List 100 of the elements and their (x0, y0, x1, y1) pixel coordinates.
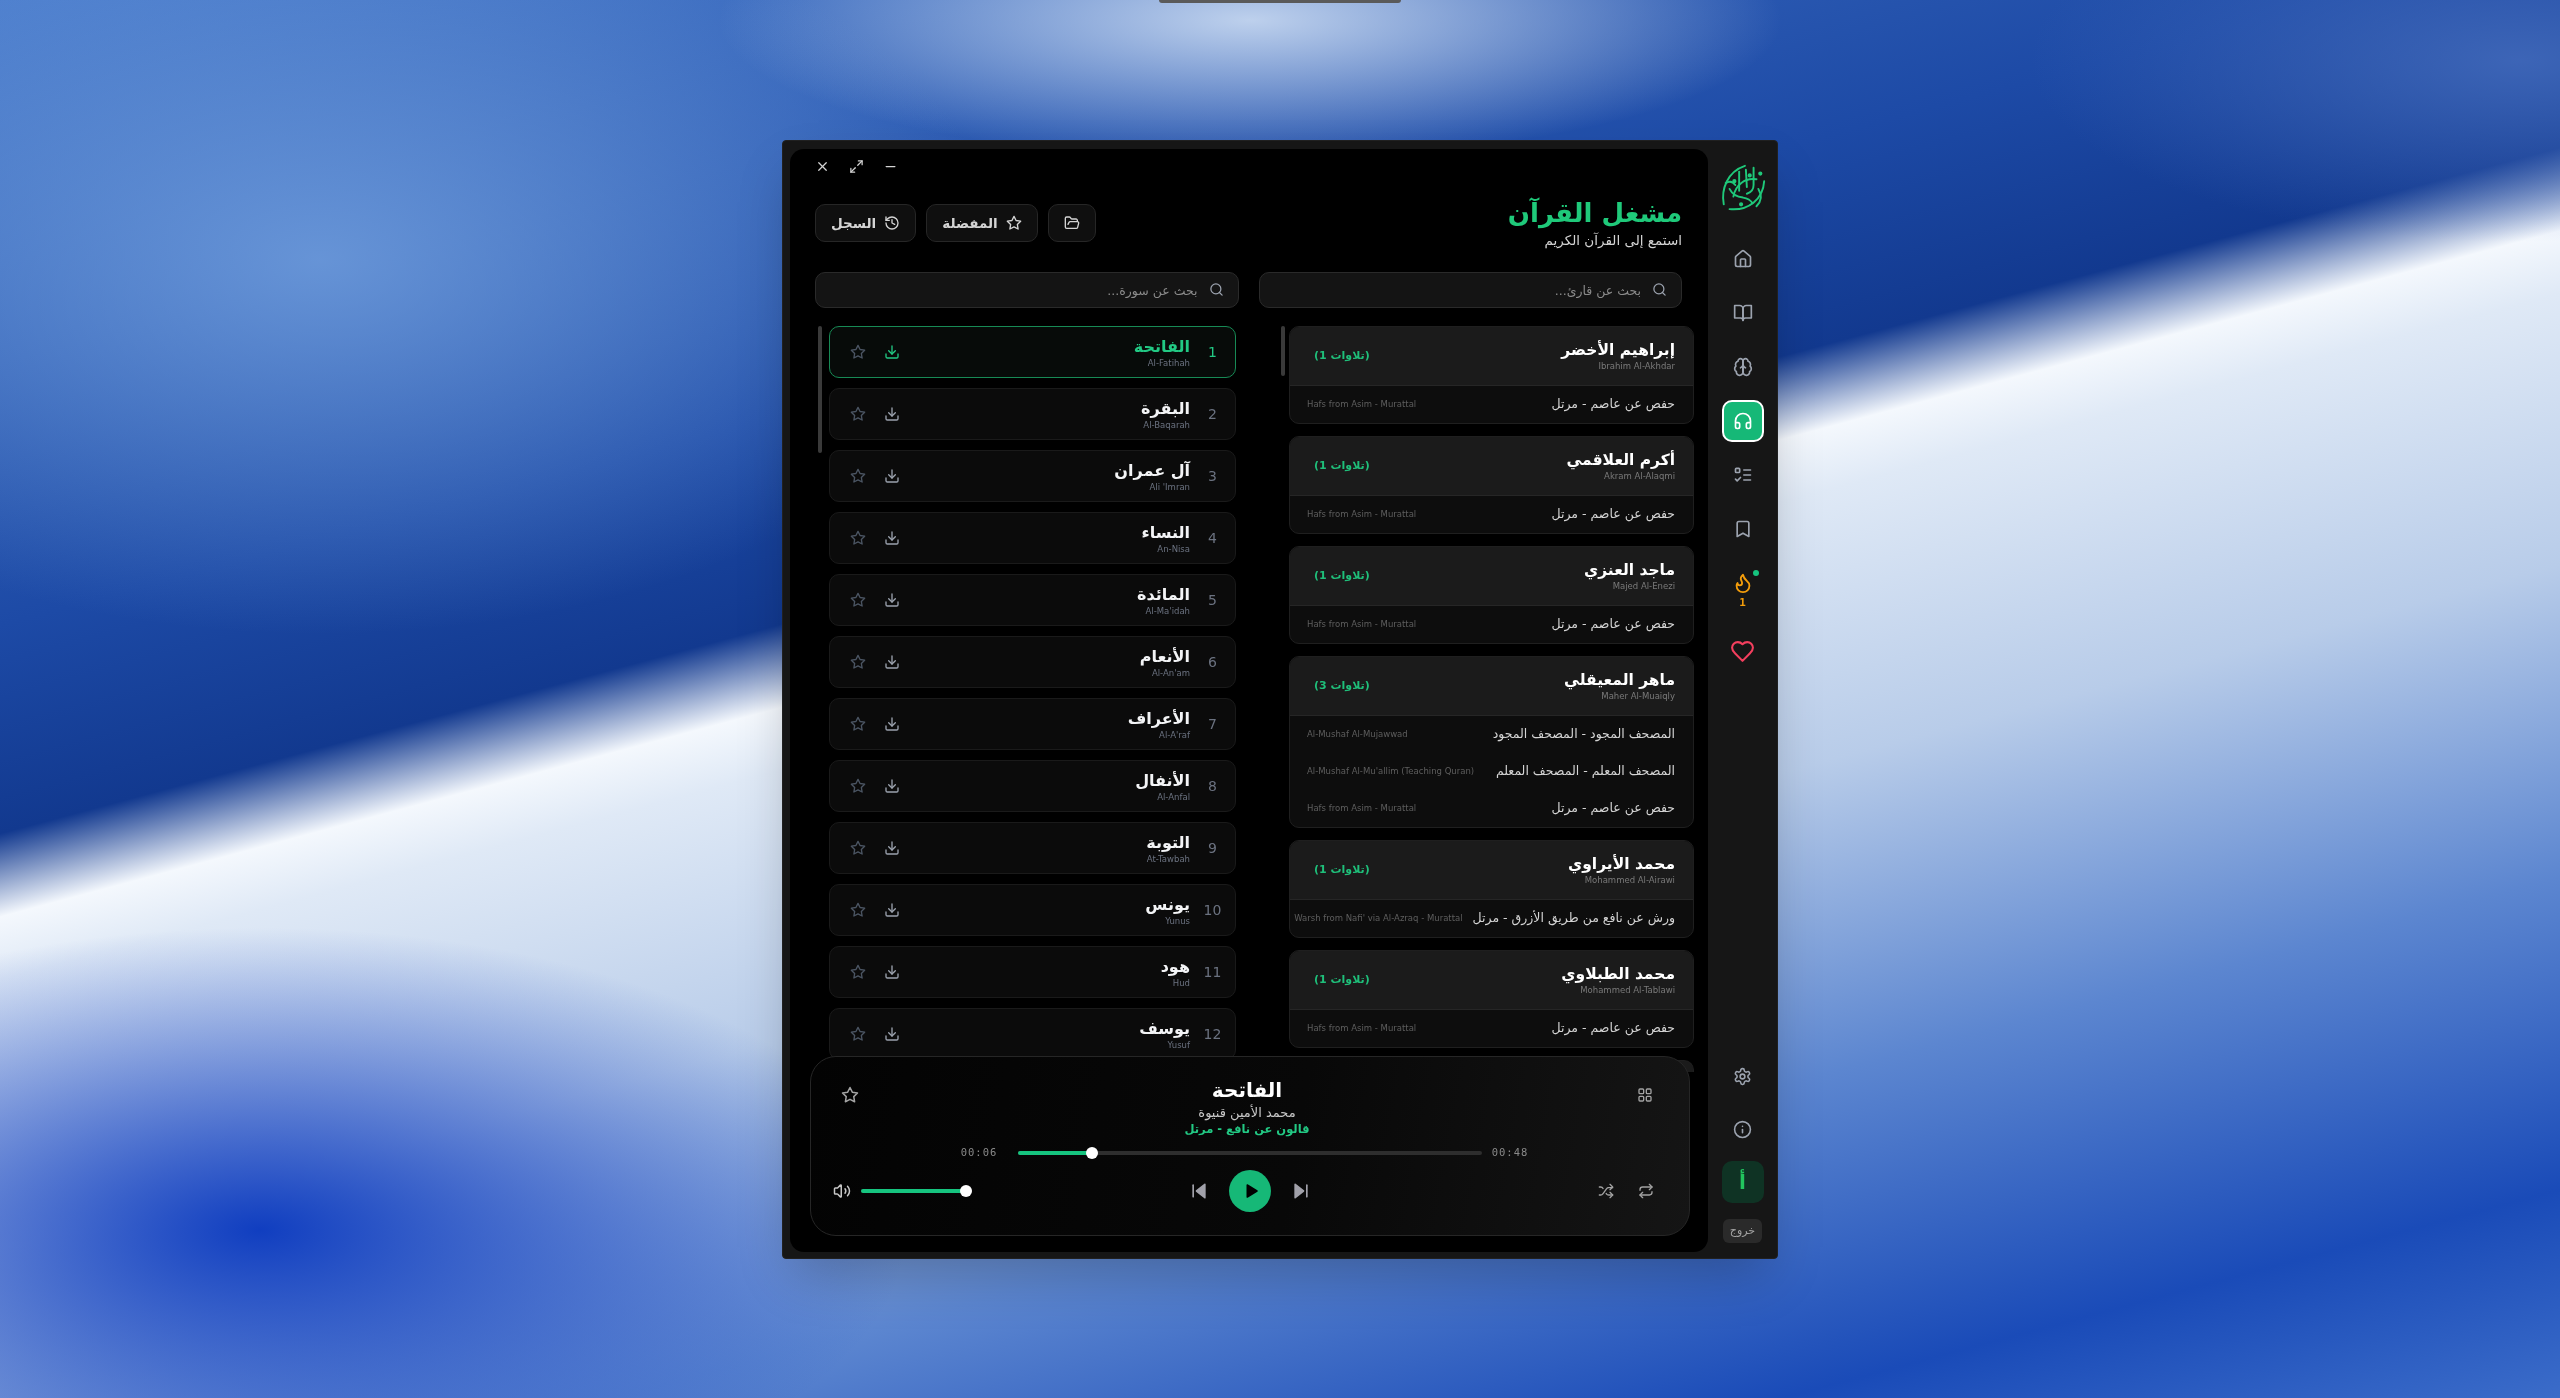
download-icon[interactable] (884, 592, 900, 608)
download-icon[interactable] (884, 468, 900, 484)
reciter-search-field[interactable]: بحث عن قارئ... (1258, 272, 1682, 308)
surah-name: الأنفال (1135, 769, 1190, 792)
surah-transliteration: Al-A'raf (1159, 729, 1190, 741)
star-icon[interactable] (850, 344, 866, 360)
profile-button[interactable]: أ (1721, 1161, 1764, 1203)
volume-slider[interactable] (861, 1184, 972, 1197)
recitation-transliteration: Hafs from Asim - Murattal (1307, 1022, 1417, 1035)
volume-thumb[interactable] (960, 1184, 972, 1197)
recitation-transliteration: Hafs from Asim - Murattal (1307, 398, 1417, 411)
recitation-name: حفص عن عاصم - مرتل (1551, 799, 1675, 818)
download-icon[interactable] (884, 406, 900, 422)
reciter-card[interactable] (1289, 656, 1694, 828)
surah-number: 1 (1207, 342, 1218, 362)
grid-icon[interactable] (1637, 1087, 1653, 1103)
download-icon[interactable] (884, 530, 900, 546)
recitation-count: (3 تلاوات) (1314, 677, 1370, 694)
surah-name: آل عمران (1114, 459, 1190, 482)
surah-transliteration: Yusuf (1167, 1039, 1190, 1051)
surah-number: 11 (1202, 962, 1223, 982)
volume-icon[interactable] (833, 1181, 851, 1200)
surah-name: يوسف (1139, 1017, 1190, 1040)
recitation-count: (1 تلاوات) (1314, 971, 1370, 988)
download-icon[interactable] (884, 778, 900, 794)
star-icon[interactable] (850, 840, 866, 856)
folder-icon (1063, 215, 1080, 231)
star-icon[interactable] (850, 778, 866, 794)
progress-slider[interactable] (1018, 1146, 1482, 1159)
recitation-count: (1 تلاوات) (1314, 457, 1370, 474)
surah-transliteration: Al-Fatihah (1147, 357, 1190, 369)
recitation-name: المصحف المعلم - المصحف المعلم (1495, 762, 1675, 781)
star-icon[interactable] (850, 468, 866, 484)
surah-transliteration: Ali 'Imran (1149, 481, 1190, 493)
surah-number: 12 (1202, 1024, 1223, 1044)
recitation-name: حفص عن عاصم - مرتل (1551, 615, 1675, 634)
history-button[interactable]: السجل (815, 204, 917, 242)
star-icon[interactable] (850, 1026, 866, 1042)
surah-number: 6 (1207, 652, 1218, 672)
play-button[interactable] (1229, 1169, 1271, 1212)
star-icon[interactable] (841, 1086, 859, 1104)
download-icon[interactable] (884, 964, 900, 980)
surah-search-field[interactable]: بحث عن سورة... (815, 272, 1239, 308)
reciter-transliteration: Akram Al-Alaqmi (1604, 471, 1675, 482)
progress-thumb[interactable] (1085, 1146, 1098, 1159)
search-icon (1208, 282, 1224, 297)
reciter-name: أكرم العلاقمي (1566, 450, 1675, 471)
surah-name: الأنعام (1139, 645, 1190, 668)
star-icon[interactable] (850, 406, 866, 422)
logout-button[interactable]: خروج (1722, 1219, 1763, 1243)
recitation-count: (1 تلاوات) (1314, 347, 1370, 364)
star-icon (1005, 215, 1022, 231)
streak-count: 1 (1739, 596, 1746, 609)
surah-number: 5 (1207, 590, 1218, 610)
recitation-transliteration: Hafs from Asim - Murattal (1307, 802, 1417, 815)
settings-icon (1733, 1066, 1752, 1086)
recitation-count: (1 تلاوات) (1314, 861, 1370, 878)
scrollbar-thumb[interactable] (818, 326, 822, 453)
folder-button[interactable] (1047, 204, 1096, 242)
scrollbar-thumb[interactable] (1281, 326, 1285, 376)
recitation-name: المصحف المجود - المصحف المجود (1492, 725, 1675, 744)
recitation-transliteration: Al-Mushaf Al-Mu'allim (Teaching Quran) (1307, 765, 1475, 778)
surah-number: 9 (1207, 838, 1218, 858)
recitation-count: (1 تلاوات) (1314, 567, 1370, 584)
star-icon[interactable] (850, 592, 866, 608)
star-icon[interactable] (850, 964, 866, 980)
star-icon[interactable] (850, 654, 866, 670)
download-icon[interactable] (884, 716, 900, 732)
surah-transliteration: Hud (1172, 977, 1190, 989)
surah-number: 10 (1202, 900, 1223, 920)
surah-transliteration: An-Nisa (1157, 543, 1190, 555)
download-icon[interactable] (884, 1026, 900, 1042)
download-icon[interactable] (884, 654, 900, 670)
info-icon (1733, 1119, 1752, 1139)
surah-name: النساء (1141, 521, 1190, 544)
home-icon (1732, 249, 1753, 269)
close-icon[interactable] (815, 159, 830, 174)
listen-button[interactable] (1721, 400, 1764, 442)
heart-icon (1730, 638, 1755, 664)
surah-transliteration: Al-Ma'idah (1145, 605, 1190, 617)
maximize-icon[interactable] (849, 159, 864, 174)
favorites-list-button[interactable]: المفضلة (926, 204, 1038, 242)
download-icon[interactable] (884, 344, 900, 360)
surah-number: 7 (1207, 714, 1218, 734)
download-icon[interactable] (884, 902, 900, 918)
reciter-transliteration: Majed Al-Enezi (1612, 581, 1675, 592)
reciter-name: محمد الأيراوي (1568, 854, 1675, 875)
star-icon[interactable] (850, 530, 866, 546)
surah-name: البقرة (1141, 397, 1190, 420)
recitation-transliteration: Warsh from Nafi' via Al-Azraq - Murattal (1294, 912, 1463, 925)
repeat-icon[interactable] (1638, 1182, 1654, 1199)
surah-transliteration: Al-An'am (1151, 667, 1190, 679)
surah-number: 2 (1207, 404, 1218, 424)
streak-button[interactable]: 1 (1721, 562, 1764, 618)
star-icon[interactable] (850, 902, 866, 918)
star-icon[interactable] (850, 716, 866, 732)
shuffle-icon[interactable] (1598, 1182, 1614, 1199)
download-icon[interactable] (884, 840, 900, 856)
reciter-name: ماهر المعيقلي (1564, 670, 1675, 691)
surah-name: المائدة (1137, 583, 1190, 606)
